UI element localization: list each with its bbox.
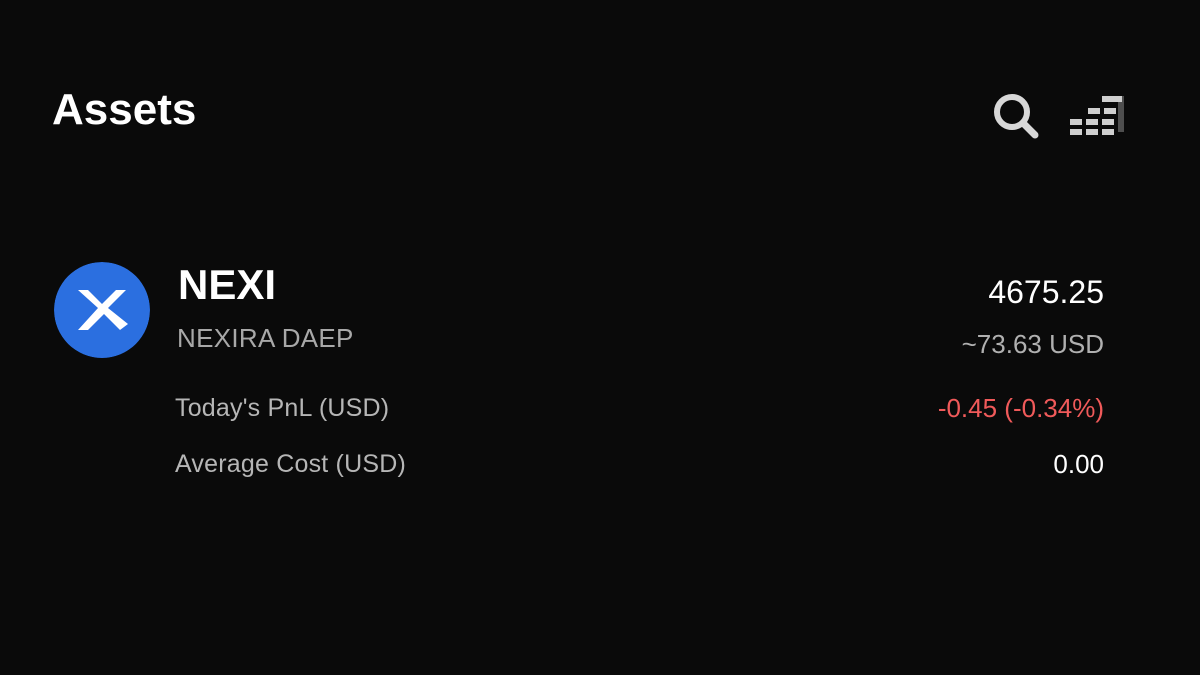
asset-name: NEXIRA DAEP [177, 323, 354, 353]
asset-balance-usd: ~73.63 USD [961, 329, 1104, 359]
search-icon [994, 94, 1039, 139]
pnl-value: -0.45 (-0.34%) [937, 393, 1104, 423]
average-cost-value: 0.00 [1053, 449, 1104, 479]
asset-ticker: NEXI [178, 261, 277, 308]
filter-sort-icon [1070, 96, 1124, 135]
pnl-label: Today's PnL (USD) [175, 394, 390, 422]
asset-row-nexi[interactable]: NEXI NEXIRA DAEP 4675.25 ~73.63 USD Toda… [0, 250, 1200, 500]
filter-sort-button[interactable] [1066, 92, 1130, 138]
search-button[interactable] [988, 88, 1042, 142]
page-title: Assets [52, 85, 197, 134]
nexira-logo-icon [54, 262, 150, 358]
asset-balance: 4675.25 [988, 274, 1104, 310]
average-cost-label: Average Cost (USD) [175, 450, 406, 478]
